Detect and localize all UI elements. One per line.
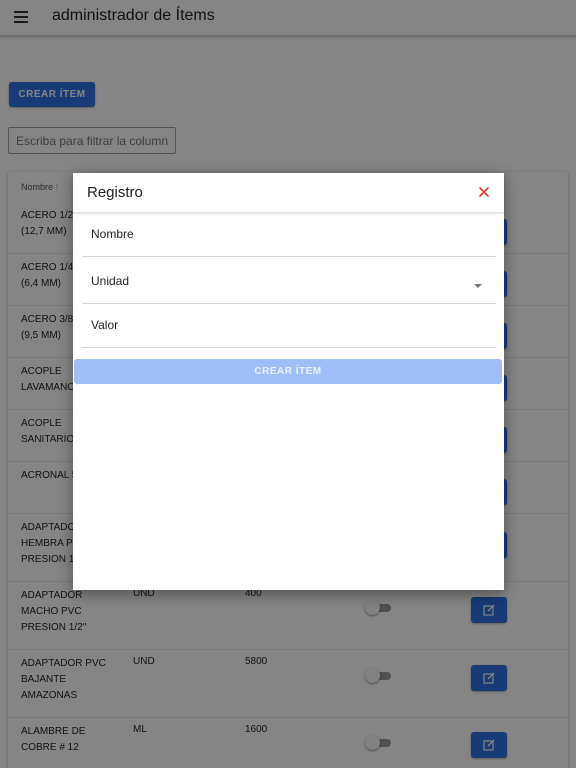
submit-create-item-button[interactable]: CREAR ÍTEM: [74, 359, 502, 384]
chevron-down-icon[interactable]: [474, 284, 482, 288]
value-field-label: Valor: [91, 318, 119, 332]
close-icon[interactable]: [477, 185, 491, 199]
dialog-title: Registro: [87, 184, 143, 201]
dialog-header: Registro: [73, 173, 504, 213]
unit-select[interactable]: Unidad: [82, 260, 496, 304]
name-field[interactable]: Nombre: [82, 213, 496, 257]
register-dialog: Registro Nombre Unidad Valor CREAR ÍTEM: [73, 173, 504, 590]
value-field[interactable]: Valor: [82, 304, 496, 348]
name-field-label: Nombre: [91, 227, 134, 241]
unit-select-label: Unidad: [91, 274, 130, 288]
